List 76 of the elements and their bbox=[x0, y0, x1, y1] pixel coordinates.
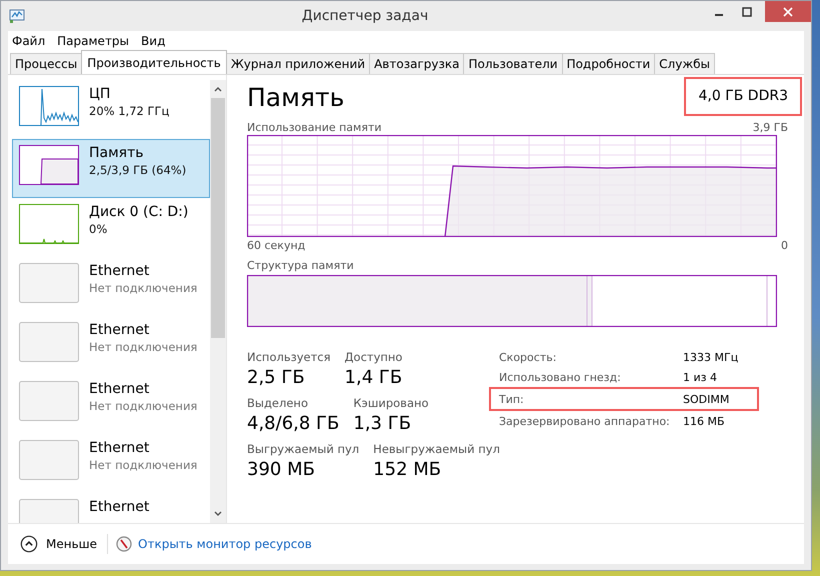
tab[interactable]: Службы bbox=[654, 53, 716, 74]
stat-value: 4,8/6,8 ГБ bbox=[247, 412, 340, 436]
sidebar-item[interactable]: ЦП 20% 1,72 ГГц bbox=[12, 80, 210, 139]
tab[interactable]: Подробности bbox=[562, 53, 656, 74]
device-name: Ethernet bbox=[89, 322, 150, 339]
stat-label: Невыгружаемый пул bbox=[373, 441, 500, 457]
spec-value: SODIMM bbox=[683, 392, 730, 406]
spec-label: Тип: bbox=[499, 392, 525, 406]
sidebar-item[interactable]: Ethernet Нет подключения bbox=[12, 434, 210, 493]
axis-label: 60 секунд bbox=[247, 238, 306, 252]
chevron-up-icon bbox=[20, 535, 38, 553]
device-status: 2,5/3,9 ГБ (64%) bbox=[89, 162, 186, 178]
tab[interactable]: Журнал приложений bbox=[226, 53, 370, 74]
empty-graph-icon bbox=[19, 381, 79, 421]
tab[interactable]: Производительность bbox=[81, 50, 227, 74]
stat-label: Выделено bbox=[247, 395, 309, 411]
device-name: Диск 0 (C: D:) bbox=[89, 204, 188, 221]
device-status: 0% bbox=[89, 221, 108, 237]
sidebar-item[interactable]: Ethernet Нет подключения bbox=[12, 316, 210, 375]
spec-label: Использовано гнезд: bbox=[499, 370, 622, 384]
menu-item[interactable]: Параметры bbox=[57, 34, 130, 48]
tab[interactable]: Пользователи bbox=[463, 53, 563, 74]
menu-item[interactable]: Файл bbox=[12, 34, 46, 48]
stat-value: 390 МБ bbox=[247, 458, 316, 482]
gauge-icon bbox=[116, 536, 132, 552]
stat-label: Доступно bbox=[344, 349, 402, 365]
menu-item[interactable]: Вид bbox=[141, 34, 166, 48]
sidebar-item[interactable]: Диск 0 (C: D:) 0% bbox=[12, 198, 210, 257]
stat-value: 152 МБ bbox=[373, 458, 442, 482]
fewer-details-button[interactable]: Меньше bbox=[18, 533, 100, 555]
panel-title: Память bbox=[247, 83, 344, 113]
axis-label: 0 bbox=[781, 238, 788, 252]
tab[interactable]: Процессы bbox=[10, 53, 82, 74]
device-name: ЦП bbox=[89, 86, 112, 103]
sidebar-item[interactable]: Ethernet Нет подключения bbox=[12, 257, 210, 316]
device-name: Ethernet bbox=[89, 381, 150, 398]
device-status: Нет подключения bbox=[89, 280, 198, 296]
sidebar-item[interactable]: Ethernet Нет подключения bbox=[12, 375, 210, 434]
resource-monitor-link[interactable]: Открыть монитор ресурсов bbox=[138, 537, 312, 551]
stat-label: Кэшировано bbox=[353, 395, 429, 411]
sidebar-item[interactable]: Память 2,5/3,9 ГБ (64%) bbox=[12, 139, 210, 198]
device-name: Ethernet bbox=[89, 499, 150, 516]
device-name: Ethernet bbox=[89, 440, 150, 457]
stat-value: 1,4 ГБ bbox=[344, 366, 402, 390]
mini-graph-icon bbox=[19, 86, 79, 126]
device-status: 20% 1,72 ГГц bbox=[89, 103, 170, 119]
scrollbar[interactable] bbox=[210, 80, 226, 523]
empty-graph-icon bbox=[19, 263, 79, 303]
mini-graph-icon bbox=[19, 145, 79, 185]
empty-graph-icon bbox=[19, 322, 79, 362]
spec-value: 1333 МГц bbox=[683, 350, 738, 364]
stat-value: 1,3 ГБ bbox=[353, 412, 412, 436]
tab[interactable]: Автозагрузка bbox=[369, 53, 464, 74]
sidebar-item[interactable]: Ethernet bbox=[12, 493, 210, 523]
device-name: Ethernet bbox=[89, 263, 150, 280]
stat-label: Используется bbox=[247, 349, 331, 365]
graph-max: 3,9 ГБ bbox=[752, 120, 788, 134]
spec-label: Зарезервировано аппаратно: bbox=[499, 414, 671, 428]
mini-graph-icon bbox=[19, 204, 79, 244]
close-button[interactable] bbox=[765, 1, 811, 22]
spec-value: 116 МБ bbox=[683, 414, 725, 428]
device-status: Нет подключения bbox=[89, 339, 198, 355]
device-status: Нет подключения bbox=[89, 398, 198, 414]
graph-label: Структура памяти bbox=[247, 258, 354, 272]
window-title: Диспетчер задач bbox=[300, 8, 430, 24]
spec-value: 1 из 4 bbox=[683, 370, 717, 384]
device-name: Память bbox=[89, 145, 144, 162]
stat-value: 2,5 ГБ bbox=[247, 366, 306, 390]
stat-label: Выгружаемый пул bbox=[247, 441, 360, 457]
spec-label: Скорость: bbox=[499, 350, 558, 364]
graph-label: Использование памяти bbox=[247, 120, 382, 134]
device-status: Нет подключения bbox=[89, 457, 198, 473]
app-icon bbox=[9, 8, 25, 24]
empty-graph-icon bbox=[19, 440, 79, 480]
memory-capacity: 4,0 ГБ DDR3 bbox=[684, 77, 802, 116]
close-icon bbox=[783, 6, 793, 16]
